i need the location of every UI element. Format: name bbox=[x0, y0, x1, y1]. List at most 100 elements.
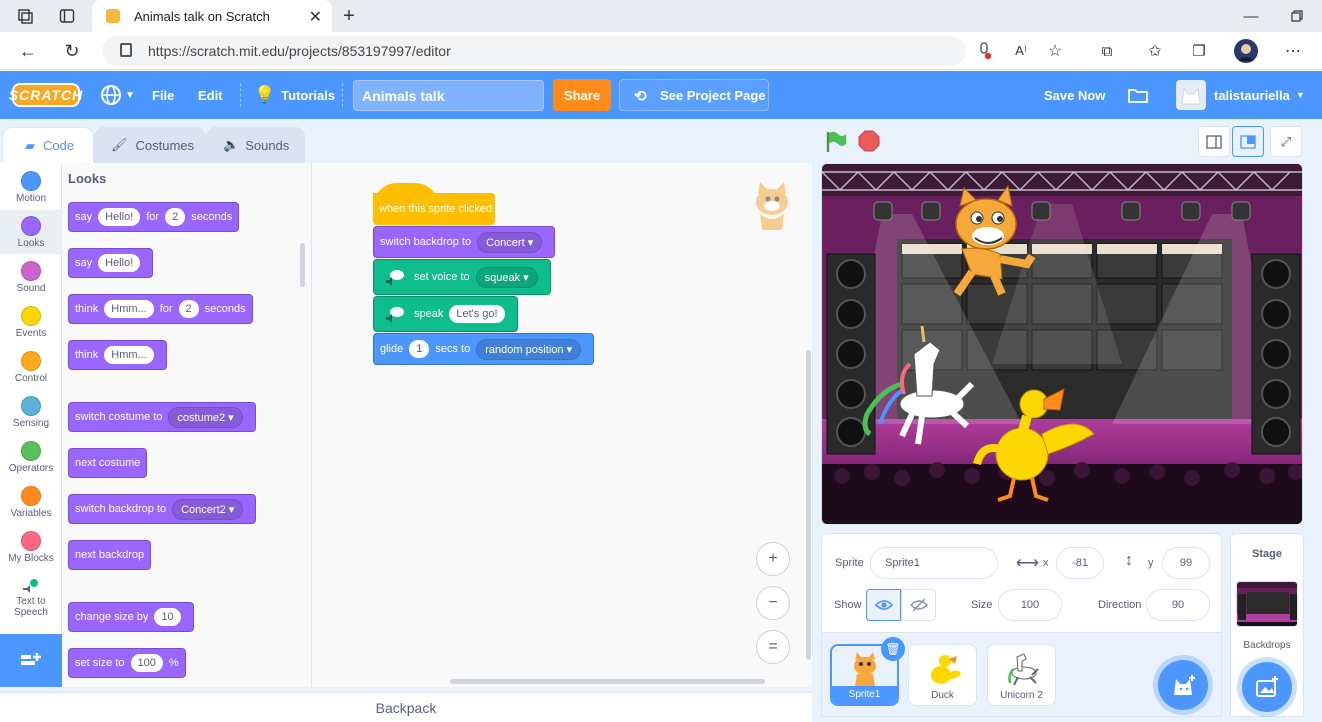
edit-menu[interactable]: Edit bbox=[198, 71, 223, 119]
script-set-voice[interactable]: set voice to squeak ▾ bbox=[373, 259, 551, 295]
save-now-button[interactable]: Save Now bbox=[1044, 71, 1105, 119]
block-set-size[interactable]: set size to 100 % bbox=[68, 648, 186, 678]
browser-tab-active[interactable]: Animals talk on Scratch ✕ bbox=[92, 0, 332, 32]
block-input[interactable]: Hello! bbox=[98, 208, 141, 226]
profile-avatar-icon[interactable] bbox=[1234, 39, 1258, 63]
block-change-size[interactable]: change size by 10 bbox=[68, 602, 194, 632]
share-button[interactable]: Share bbox=[553, 79, 611, 111]
back-icon[interactable]: ← bbox=[16, 39, 40, 63]
collections-icon[interactable]: ❐ bbox=[1188, 40, 1210, 62]
new-tab-icon[interactable]: + bbox=[338, 5, 360, 27]
block-input[interactable]: Let's go! bbox=[449, 305, 505, 323]
favorites-icon[interactable]: ✩ bbox=[1144, 40, 1166, 62]
tab-sounds[interactable]: 🔈 Sounds bbox=[206, 127, 305, 163]
show-hidden-button[interactable] bbox=[901, 589, 936, 621]
add-favorite-icon[interactable]: ☆ bbox=[1044, 40, 1066, 62]
direction-input[interactable]: 90 bbox=[1146, 589, 1210, 621]
script-glide[interactable]: glide 1 secs to random position ▾ bbox=[373, 333, 595, 365]
file-menu[interactable]: File bbox=[152, 71, 174, 119]
green-flag-icon[interactable] bbox=[824, 130, 848, 157]
block-switch-costume[interactable]: switch costume to costume2 ▾ bbox=[68, 402, 256, 432]
category-my-blocks[interactable]: My Blocks bbox=[0, 525, 62, 569]
category-text-to-speech[interactable]: Text to Speech bbox=[0, 570, 62, 618]
minimize-icon[interactable]: — bbox=[1240, 6, 1262, 26]
sprite-tile-unicorn-2[interactable]: Unicorn 2 bbox=[987, 644, 1056, 706]
see-project-page-button[interactable]: ⟲ See Project Page bbox=[619, 79, 769, 111]
category-events-dot bbox=[21, 306, 41, 326]
block-next-costume[interactable]: next costume bbox=[68, 448, 148, 478]
block-input[interactable]: Hmm... bbox=[104, 300, 154, 318]
small-stage-button[interactable] bbox=[1198, 126, 1230, 157]
large-stage-button[interactable] bbox=[1232, 126, 1264, 157]
sprite-tile-duck[interactable]: Duck bbox=[908, 644, 977, 706]
add-extension-button[interactable] bbox=[0, 634, 62, 687]
block-switch-backdrop[interactable]: switch backdrop to Concert2 ▾ bbox=[68, 494, 257, 524]
tutorials-button[interactable]: 💡 Tutorials bbox=[254, 71, 335, 119]
x-input[interactable]: -81 bbox=[1056, 547, 1104, 579]
block-dropdown[interactable]: squeak ▾ bbox=[475, 266, 538, 288]
choose-backdrop-button[interactable] bbox=[1242, 662, 1292, 712]
category-events[interactable]: Events bbox=[0, 300, 62, 344]
fullscreen-button[interactable]: ⤢ bbox=[1270, 126, 1302, 157]
block-input[interactable]: 2 bbox=[178, 300, 199, 318]
stop-icon[interactable] bbox=[858, 130, 880, 155]
language-menu[interactable]: ▼ bbox=[100, 71, 135, 119]
zoom-reset-button[interactable]: = bbox=[756, 630, 790, 664]
category-motion[interactable]: Motion bbox=[0, 165, 62, 209]
sprite-name-input[interactable]: Sprite1 bbox=[870, 547, 998, 579]
block-input[interactable]: 1 bbox=[409, 340, 430, 358]
size-input[interactable]: 100 bbox=[998, 589, 1062, 621]
block-input[interactable]: Hmm... bbox=[104, 346, 154, 364]
stage-canvas[interactable] bbox=[821, 163, 1303, 525]
palette-scrollbar[interactable] bbox=[300, 243, 305, 287]
backpack-bar[interactable]: Backpack bbox=[0, 692, 812, 722]
read-aloud-icon[interactable]: A⁾ bbox=[1010, 40, 1032, 62]
account-menu[interactable]: talistauriella ▼ bbox=[1176, 71, 1305, 119]
block-dropdown[interactable]: Concert2 ▾ bbox=[172, 498, 244, 520]
block-input[interactable]: 100 bbox=[130, 654, 163, 672]
block-think[interactable]: think Hmm... bbox=[68, 340, 167, 370]
tab-costumes[interactable]: 🖌 Costumes bbox=[94, 127, 206, 163]
category-looks[interactable]: Looks bbox=[0, 210, 62, 254]
choose-sprite-button[interactable] bbox=[1158, 660, 1208, 710]
category-control[interactable]: Control bbox=[0, 345, 62, 389]
zoom-in-button[interactable]: + bbox=[756, 542, 790, 576]
block-next-backdrop[interactable]: next backdrop bbox=[68, 540, 152, 570]
block-say[interactable]: say Hello! bbox=[68, 248, 154, 278]
refresh-icon[interactable]: ↻ bbox=[60, 39, 84, 63]
block-say-for-seconds[interactable]: say Hello! for 2 seconds bbox=[68, 202, 240, 232]
script-switch-backdrop[interactable]: switch backdrop to Concert ▾ bbox=[373, 226, 556, 258]
block-dropdown[interactable]: random position ▾ bbox=[476, 338, 582, 360]
block-dropdown[interactable]: costume2 ▾ bbox=[168, 406, 243, 428]
scratch-logo[interactable]: SCRATCH bbox=[9, 83, 82, 107]
category-sensing[interactable]: Sensing bbox=[0, 390, 62, 434]
show-visible-button[interactable] bbox=[866, 589, 901, 621]
script-horizontal-scrollbar[interactable] bbox=[450, 679, 765, 684]
more-menu-icon[interactable]: ⋯ bbox=[1282, 39, 1304, 63]
close-tab-icon[interactable]: ✕ bbox=[309, 7, 322, 27]
tab-actions-icon[interactable] bbox=[56, 6, 78, 26]
script-vertical-scrollbar[interactable] bbox=[806, 350, 811, 660]
block-input[interactable]: Hello! bbox=[98, 254, 141, 272]
project-title-input[interactable]: Animals talk bbox=[353, 80, 544, 111]
block-input[interactable]: 2 bbox=[165, 208, 186, 226]
script-hat-when-sprite-clicked[interactable]: when this sprite clicked bbox=[373, 193, 495, 225]
dropdown-value: costume2 bbox=[177, 411, 226, 424]
extensions-icon[interactable]: ⧉ bbox=[1096, 40, 1118, 62]
category-variables[interactable]: Variables bbox=[0, 480, 62, 524]
zoom-out-button[interactable]: − bbox=[756, 586, 790, 620]
my-stuff-folder-icon[interactable] bbox=[1128, 71, 1148, 119]
script-speak[interactable]: speak Let's go! bbox=[373, 296, 518, 332]
y-input[interactable]: 99 bbox=[1162, 547, 1210, 579]
category-sound[interactable]: Sound bbox=[0, 255, 62, 299]
url-field[interactable]: https://scratch.mit.edu/projects/8531979… bbox=[102, 36, 966, 66]
block-think-for-seconds[interactable]: think Hmm... for 2 seconds bbox=[68, 294, 253, 324]
category-operators[interactable]: Operators bbox=[0, 435, 62, 479]
block-input[interactable]: 10 bbox=[154, 608, 181, 626]
block-dropdown[interactable]: Concert ▾ bbox=[477, 231, 543, 253]
workspaces-icon[interactable] bbox=[14, 6, 36, 26]
restore-icon[interactable] bbox=[1286, 6, 1308, 26]
tab-code[interactable]: ▰ Code bbox=[2, 127, 94, 163]
delete-sprite-trash-icon[interactable]: 🗑 bbox=[881, 637, 905, 661]
microphone-blocked-icon[interactable] bbox=[974, 40, 994, 62]
